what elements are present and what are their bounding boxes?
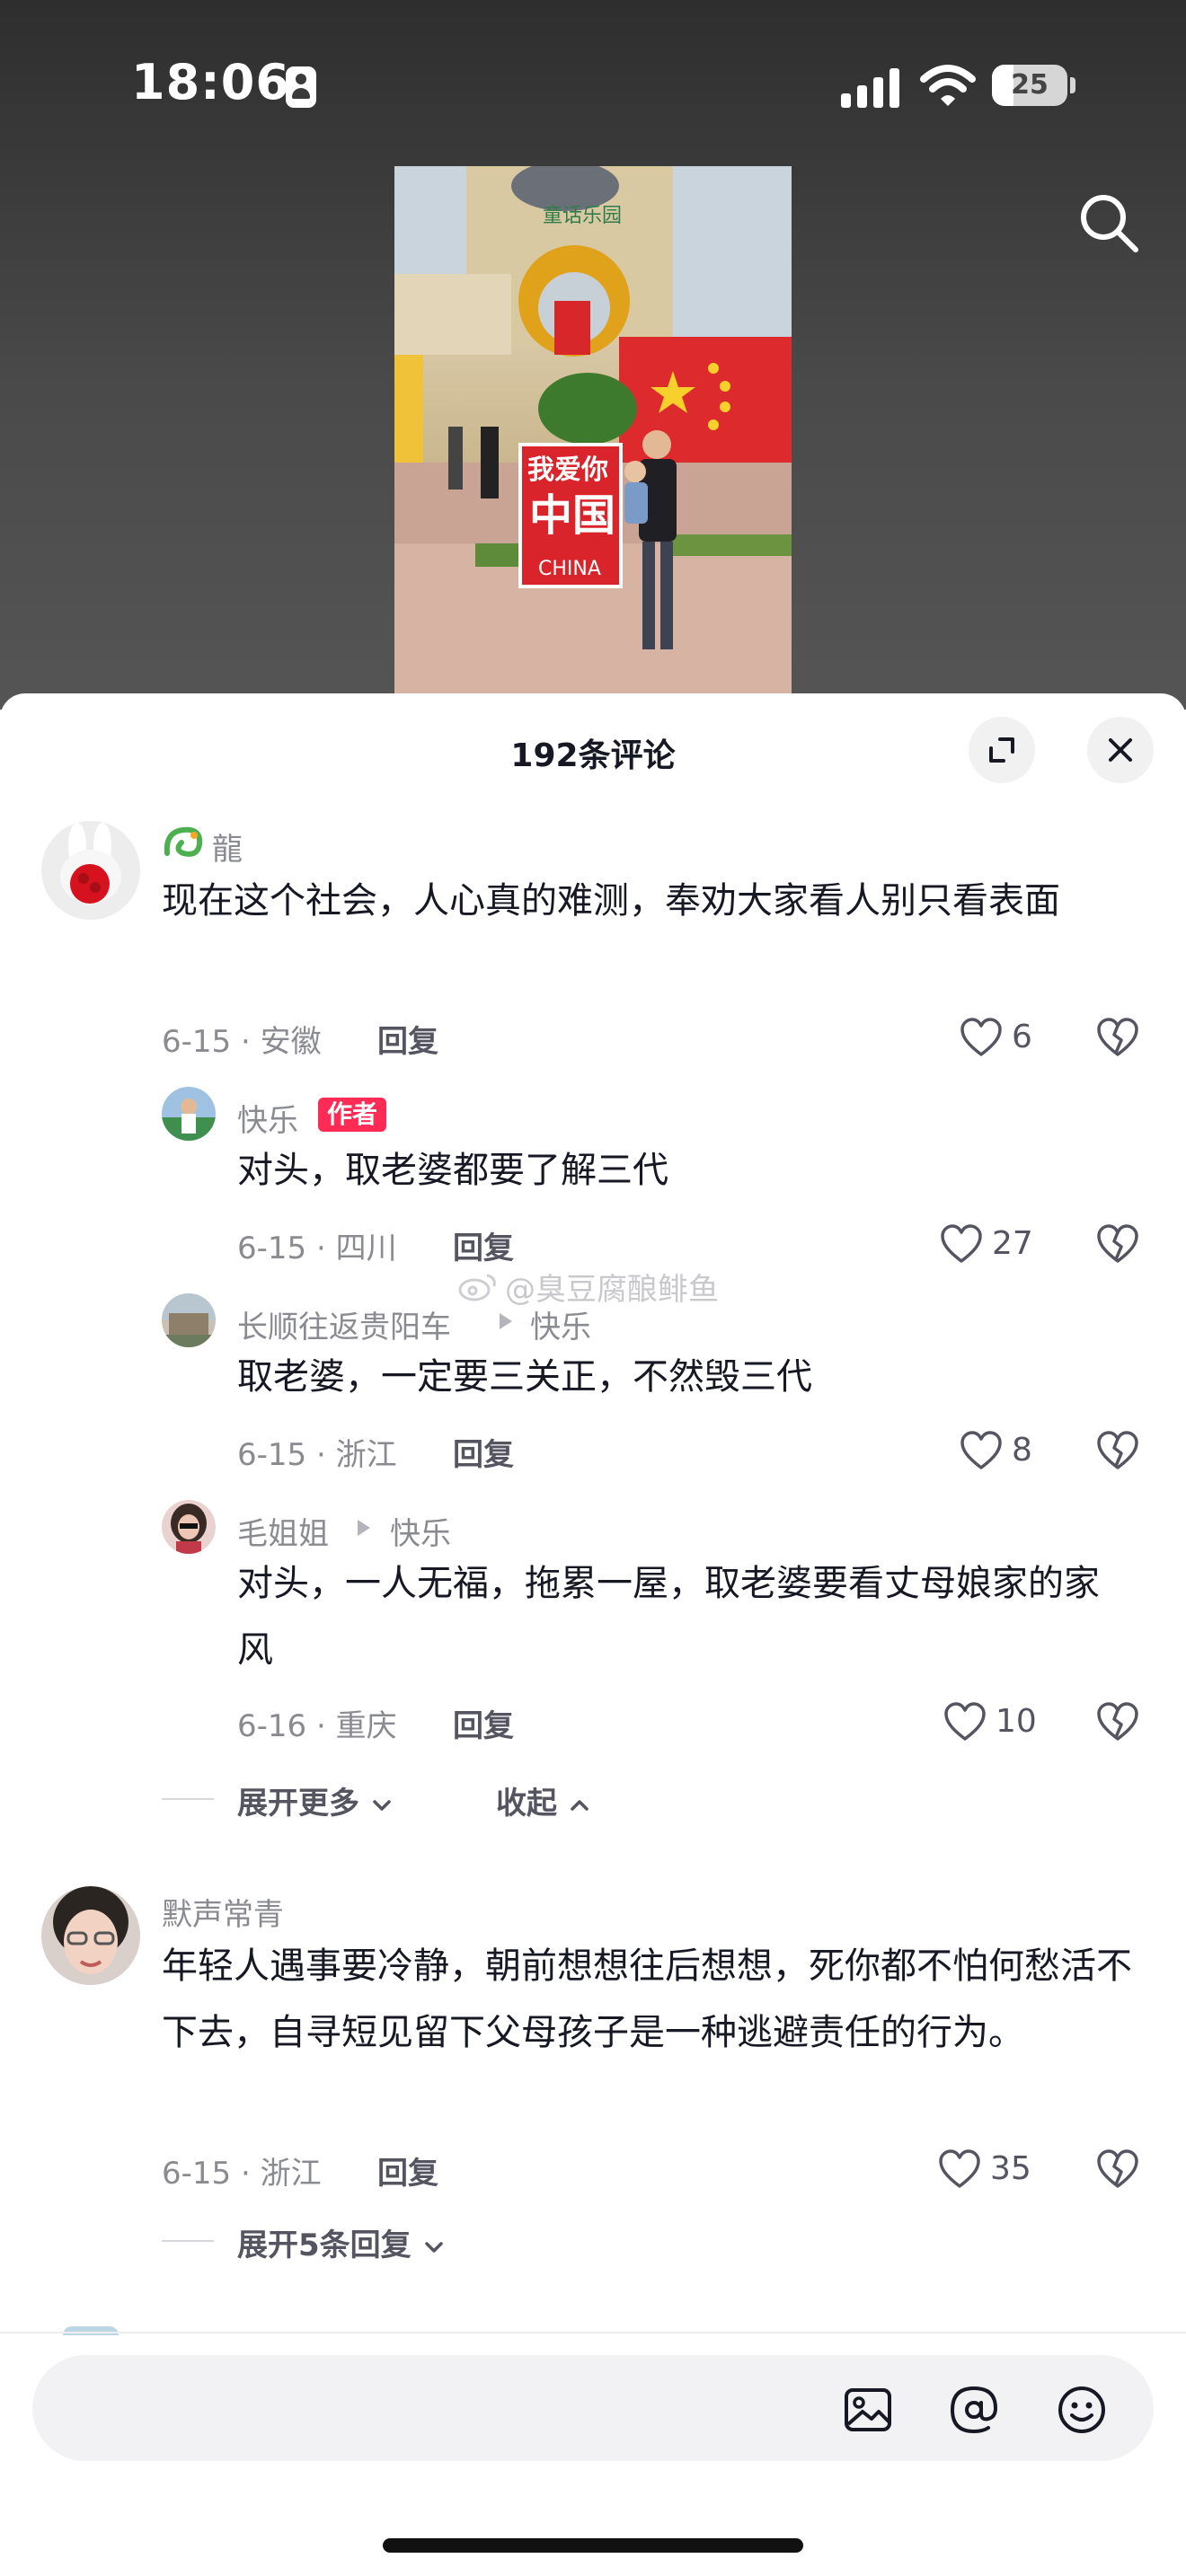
chevron-down-icon (424, 2241, 443, 2253)
avatar[interactable] (162, 1500, 216, 1554)
banner-line-3: CHINA (538, 558, 601, 580)
reply-text: 对头，一人无福，拖累一屋，取老婆要看丈母娘家的家风 (237, 1563, 1100, 1671)
reply-button[interactable]: 回复 (377, 1017, 438, 1061)
collapse-button[interactable]: 收起 (496, 1778, 591, 1822)
comment-input[interactable] (68, 2382, 791, 2436)
battery-indicator: 25 (992, 65, 1067, 106)
reply-to-username[interactable]: 快乐 (530, 1302, 591, 1346)
comment-input-bar[interactable] (32, 2355, 1154, 2461)
svg-text:童话乐园: 童话乐园 (543, 205, 622, 227)
emoji-icon[interactable] (1055, 2383, 1109, 2437)
reply-date-location: 6-16 · 重庆 (237, 1708, 397, 1744)
dislike-icon[interactable] (1096, 1223, 1139, 1265)
video-scene-illustration: 童话乐园 我爱你 中国 CHINA (394, 166, 792, 694)
close-icon (1109, 738, 1132, 762)
video-background: 18:06 25 童话乐园 我爱你 中国 CHINA (0, 0, 1186, 710)
search-icon[interactable] (1076, 190, 1141, 255)
status-time: 18:06 (131, 54, 290, 110)
weibo-watermark-icon (458, 1274, 496, 1301)
avatar[interactable] (162, 1293, 216, 1347)
reply-username[interactable]: 毛姐姐 (237, 1509, 329, 1553)
chevron-up-icon (571, 1799, 589, 1811)
avatar-image (53, 1886, 128, 1974)
reply-button[interactable]: 回复 (453, 1223, 514, 1267)
thread-divider (162, 2240, 214, 2242)
heart-icon[interactable] (960, 1017, 1003, 1058)
banner-line-1: 我爱你 (527, 454, 608, 486)
collapse-label: 收起 (496, 1786, 557, 1822)
comment-date-location: 6-15 · 浙江 (162, 2156, 322, 2192)
comment-username[interactable]: 龍 (212, 825, 243, 869)
video-thumbnail[interactable]: 童话乐园 我爱你 中国 CHINA (394, 166, 792, 694)
heart-icon[interactable] (940, 1223, 983, 1265)
avatar[interactable] (41, 1886, 140, 1985)
expand-icon (989, 737, 1014, 763)
avatar-image (171, 1504, 207, 1554)
dislike-icon[interactable] (1096, 1430, 1139, 1471)
expand-replies-label: 展开5条回复 (237, 2228, 412, 2263)
dragon-icon (164, 826, 203, 857)
dislike-icon[interactable] (1096, 1701, 1139, 1742)
avatar-image (60, 823, 121, 904)
heart-icon[interactable] (938, 2148, 981, 2190)
like-count: 8 (1012, 1432, 1032, 1469)
expand-more-button[interactable]: 展开更多 (237, 1778, 394, 1822)
reply-date-location: 6-15 · 四川 (237, 1231, 397, 1266)
comment-text: 年轻人遇事要冷静，朝前想想往后想想，死你都不怕何愁活不下去，自寻短见留下父母孩子… (162, 1945, 1132, 2053)
reply-text: 取老婆，一定要三关正，不然毁三代 (237, 1356, 812, 1398)
image-icon[interactable] (841, 2383, 895, 2437)
like-count: 6 (1012, 1019, 1032, 1055)
at-icon[interactable] (947, 2383, 1001, 2437)
comment-panel: 192条评论 龍 现在这个社会，人心真的难测，奉劝大家看人别只看表面 6-15 … (0, 693, 1186, 2576)
avatar[interactable] (41, 821, 140, 920)
expand-more-label: 展开更多 (237, 1786, 359, 1822)
thread-divider (162, 1798, 214, 1800)
reply-text: 对头，取老婆都要了解三代 (237, 1150, 668, 1191)
expand-replies-button[interactable]: 展开5条回复 (237, 2220, 446, 2264)
banner-line-2: 中国 (529, 490, 615, 541)
person-icon (286, 66, 316, 108)
close-button[interactable] (1087, 717, 1154, 783)
avatar (63, 2326, 119, 2335)
avatar-image (162, 1098, 216, 1141)
cellular-signal-icon (841, 68, 899, 108)
reply-to-arrow-icon (358, 1520, 370, 1536)
chevron-down-icon (373, 1799, 391, 1811)
reply-username[interactable]: 快乐 (237, 1096, 298, 1140)
heart-icon[interactable] (943, 1701, 987, 1742)
dislike-icon[interactable] (1096, 1017, 1139, 1058)
battery-cap (1070, 77, 1075, 93)
comment-text: 现在这个社会，人心真的难测，奉劝大家看人别只看表面 (162, 880, 1060, 922)
comment-date-location: 6-15 · 安徽 (162, 1024, 322, 1060)
status-bar: 18:06 25 (0, 0, 1186, 171)
like-count: 10 (996, 1703, 1037, 1740)
comment-username[interactable]: 默声常青 (162, 1890, 284, 1934)
like-count: 35 (990, 2150, 1031, 2187)
heart-icon[interactable] (960, 1430, 1003, 1471)
expand-button[interactable] (969, 717, 1035, 783)
reply-to-arrow-icon (500, 1313, 512, 1329)
reply-date-location: 6-15 · 浙江 (237, 1437, 397, 1473)
reply-button[interactable]: 回复 (377, 2148, 438, 2192)
reply-button[interactable]: 回复 (453, 1701, 514, 1745)
author-badge: 作者 (318, 1098, 387, 1132)
like-count: 27 (992, 1225, 1033, 1262)
avatar-image (162, 1293, 216, 1347)
battery-level: 25 (1011, 69, 1049, 101)
home-indicator[interactable] (383, 2538, 803, 2553)
dislike-icon[interactable] (1096, 2148, 1139, 2190)
reply-to-username[interactable]: 快乐 (390, 1509, 451, 1553)
reply-username[interactable]: 长顺往返贵阳车 (237, 1302, 451, 1346)
reply-button[interactable]: 回复 (453, 1430, 514, 1474)
wifi-icon (920, 65, 976, 106)
avatar[interactable] (162, 1087, 216, 1141)
input-divider (0, 2332, 1186, 2333)
